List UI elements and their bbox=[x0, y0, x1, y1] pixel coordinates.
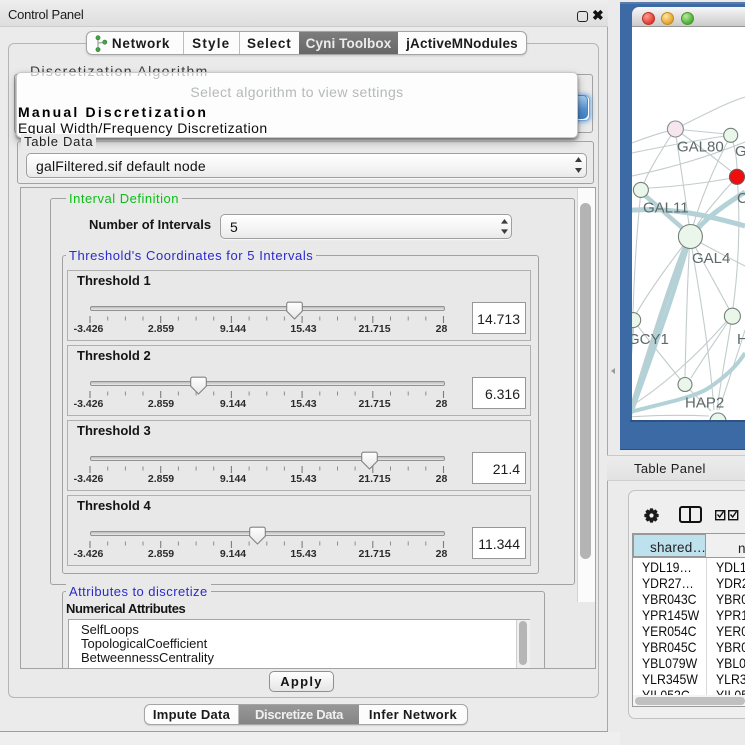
svg-text:CR: CR bbox=[737, 190, 745, 207]
svg-text:HAP2: HAP2 bbox=[685, 395, 724, 412]
svg-text:GAL11: GAL11 bbox=[643, 200, 689, 217]
svg-text:HI: HI bbox=[737, 331, 745, 348]
svg-text:GAL4: GAL4 bbox=[692, 250, 730, 267]
svg-text:GAL80: GAL80 bbox=[677, 139, 724, 156]
svg-text:GCY1: GCY1 bbox=[632, 331, 669, 348]
svg-text:GA: GA bbox=[735, 143, 745, 160]
